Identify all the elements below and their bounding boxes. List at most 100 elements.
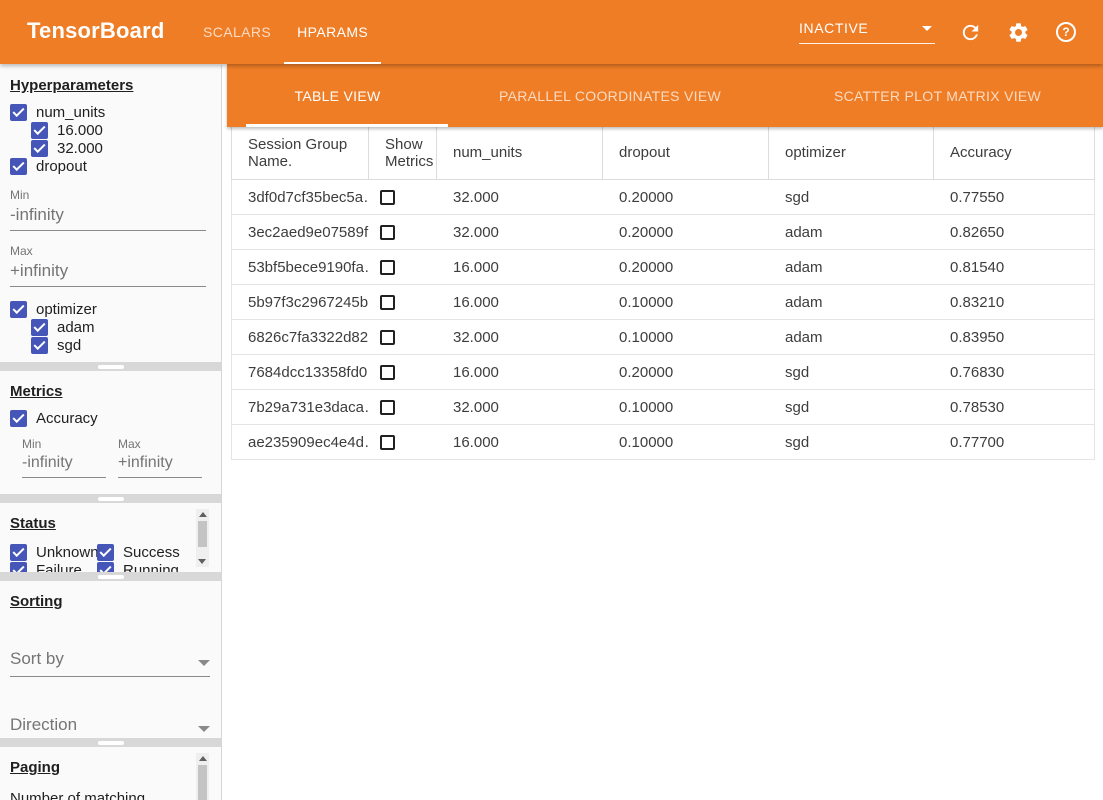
col-accuracy: Accuracy bbox=[934, 127, 1096, 179]
direction-select[interactable]: Direction bbox=[10, 715, 210, 738]
dropout-label: dropout bbox=[36, 158, 87, 175]
num-units-cell: 32.000 bbox=[437, 329, 603, 346]
col-num-units: num_units bbox=[437, 127, 603, 179]
scrollbar-thumb[interactable] bbox=[198, 765, 207, 800]
show-metrics-checkbox[interactable] bbox=[380, 295, 395, 310]
show-metrics-checkbox[interactable] bbox=[380, 225, 395, 240]
matching-groups-text: Number of matching session groups: 8 bbox=[10, 790, 188, 800]
topbar-controls: INACTIVE ? bbox=[799, 0, 1079, 64]
refresh-button[interactable] bbox=[957, 19, 983, 45]
settings-button[interactable] bbox=[1005, 19, 1031, 45]
show-metrics-checkbox[interactable] bbox=[380, 365, 395, 380]
dropout-cell: 0.10000 bbox=[603, 329, 769, 346]
num-units-cell: 32.000 bbox=[437, 189, 603, 206]
show-metrics-cell bbox=[369, 190, 437, 205]
status-heading: Status bbox=[10, 515, 56, 532]
scroll-up-icon[interactable] bbox=[199, 512, 207, 517]
value-16-checkbox[interactable] bbox=[31, 122, 48, 139]
accuracy-cell: 0.77550 bbox=[934, 189, 1096, 206]
hyperparameters-section: Hyperparameters num_units 16.000 32.000 … bbox=[0, 65, 221, 362]
table-row: 53bf5bece9190fa… 16.000 0.20000 adam 0.8… bbox=[231, 250, 1095, 285]
accuracy-cell: 0.78530 bbox=[934, 399, 1096, 416]
hparam-max-input[interactable] bbox=[10, 258, 206, 287]
adam-label: adam bbox=[57, 319, 95, 336]
paging-scrollbar[interactable] bbox=[196, 753, 209, 800]
accuracy-cell: 0.83210 bbox=[934, 294, 1096, 311]
hparam-num-units: num_units bbox=[10, 103, 211, 121]
sorting-heading: Sorting bbox=[10, 593, 63, 610]
resize-handle[interactable] bbox=[98, 575, 124, 579]
running-checkbox[interactable] bbox=[97, 562, 114, 573]
optimizer-cell: adam bbox=[769, 224, 934, 241]
resize-handle[interactable] bbox=[98, 497, 124, 501]
adam-checkbox[interactable] bbox=[31, 319, 48, 336]
scroll-down-icon[interactable] bbox=[198, 559, 206, 564]
metric-max-input[interactable] bbox=[118, 451, 202, 478]
table-row: 3df0d7cf35bec5a… 32.000 0.20000 sgd 0.77… bbox=[231, 180, 1095, 215]
tab-scalars[interactable]: SCALARS bbox=[190, 0, 284, 64]
num-units-checkbox[interactable] bbox=[10, 104, 27, 121]
status-scrollbar[interactable] bbox=[196, 509, 209, 567]
running-label: Running bbox=[123, 562, 179, 573]
tab-scatter-plot-matrix-view[interactable]: SCATTER PLOT MATRIX VIEW bbox=[772, 64, 1103, 127]
show-metrics-checkbox[interactable] bbox=[380, 400, 395, 415]
success-label: Success bbox=[123, 544, 180, 561]
session-group-name-cell: ae235909ec4e4d… bbox=[232, 434, 369, 451]
unknown-checkbox[interactable] bbox=[10, 544, 27, 561]
direction-value: Direction bbox=[10, 715, 77, 735]
tab-hparams[interactable]: HPARAMS bbox=[284, 0, 381, 64]
table-header-row: Session Group Name. Show Metrics num_uni… bbox=[231, 127, 1095, 180]
accuracy-cell: 0.81540 bbox=[934, 259, 1096, 276]
show-metrics-cell bbox=[369, 400, 437, 415]
sgd-checkbox[interactable] bbox=[31, 337, 48, 354]
help-button[interactable]: ? bbox=[1053, 19, 1079, 45]
show-metrics-checkbox[interactable] bbox=[380, 435, 395, 450]
show-metrics-checkbox[interactable] bbox=[380, 190, 395, 205]
hparam-adam: adam bbox=[31, 318, 211, 336]
dropout-cell: 0.20000 bbox=[603, 224, 769, 241]
hparam-max-label: Max bbox=[10, 244, 211, 258]
scroll-up-icon[interactable] bbox=[199, 756, 207, 761]
resize-handle[interactable] bbox=[98, 741, 124, 745]
chevron-down-icon bbox=[198, 726, 210, 732]
show-metrics-cell bbox=[369, 260, 437, 275]
show-metrics-checkbox[interactable] bbox=[380, 330, 395, 345]
resize-handle[interactable] bbox=[98, 365, 124, 369]
run-status-select[interactable]: INACTIVE bbox=[799, 20, 935, 44]
dropout-cell: 0.20000 bbox=[603, 259, 769, 276]
value-16-label: 16.000 bbox=[57, 122, 103, 139]
metrics-heading: Metrics bbox=[10, 383, 63, 400]
success-checkbox[interactable] bbox=[97, 544, 114, 561]
metric-min-input[interactable] bbox=[22, 451, 106, 478]
optimizer-cell: sgd bbox=[769, 364, 934, 381]
dropout-cell: 0.20000 bbox=[603, 189, 769, 206]
optimizer-cell: sgd bbox=[769, 399, 934, 416]
status-failure: Failure bbox=[10, 561, 97, 572]
dropout-checkbox[interactable] bbox=[10, 158, 27, 175]
num-units-cell: 32.000 bbox=[437, 224, 603, 241]
section-divider bbox=[0, 362, 221, 371]
dropout-cell: 0.20000 bbox=[603, 364, 769, 381]
metric-accuracy: Accuracy bbox=[10, 409, 211, 427]
failure-checkbox[interactable] bbox=[10, 562, 27, 573]
status-unknown: Unknown bbox=[10, 543, 97, 561]
section-divider bbox=[0, 738, 221, 747]
session-group-name-cell: 53bf5bece9190fa… bbox=[232, 259, 369, 276]
tab-parallel-coordinates-view[interactable]: PARALLEL COORDINATES VIEW bbox=[448, 64, 772, 127]
accuracy-checkbox[interactable] bbox=[10, 410, 27, 427]
show-metrics-checkbox[interactable] bbox=[380, 260, 395, 275]
col-session-group-name: Session Group Name. bbox=[232, 127, 369, 179]
col-optimizer: optimizer bbox=[769, 127, 934, 179]
hparam-min-input[interactable] bbox=[10, 202, 206, 231]
scrollbar-thumb[interactable] bbox=[198, 521, 207, 547]
sort-by-select[interactable]: Sort by bbox=[10, 649, 210, 677]
num-units-label: num_units bbox=[36, 104, 105, 121]
value-32-checkbox[interactable] bbox=[31, 140, 48, 157]
optimizer-checkbox[interactable] bbox=[10, 301, 27, 318]
top-tab-bar: SCALARS HPARAMS bbox=[190, 0, 381, 64]
metric-max-label: Max bbox=[118, 437, 202, 451]
status-options: Unknown Success Failure Running bbox=[10, 543, 211, 572]
sidebar: Hyperparameters num_units 16.000 32.000 … bbox=[0, 65, 222, 800]
optimizer-cell: sgd bbox=[769, 189, 934, 206]
tab-table-view[interactable]: TABLE VIEW bbox=[227, 64, 448, 127]
